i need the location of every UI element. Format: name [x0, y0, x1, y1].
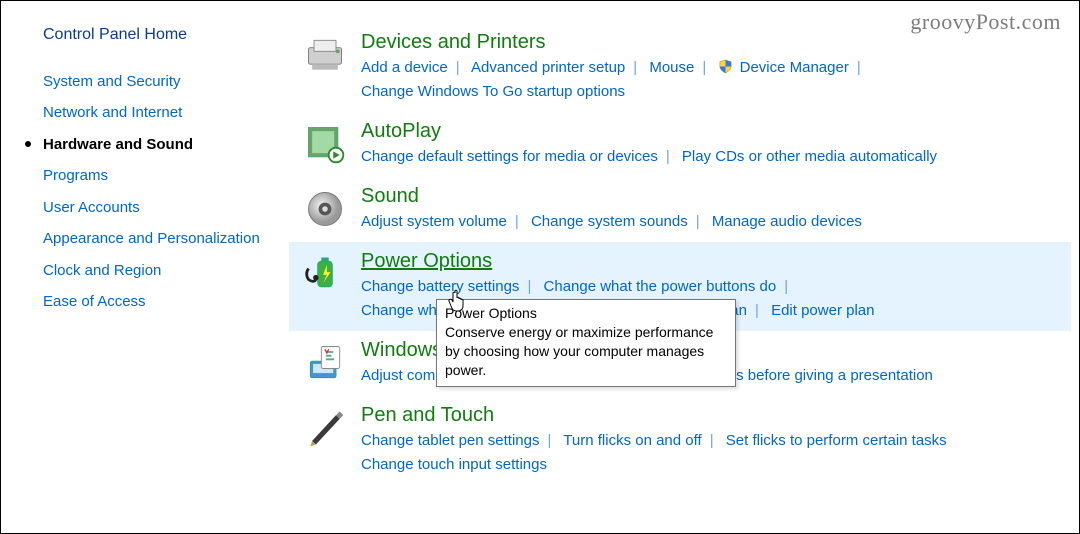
control-panel-home-link[interactable]: Control Panel Home	[19, 19, 269, 52]
link-autoplay-defaults[interactable]: Change default settings for media or dev…	[361, 148, 658, 165]
link-windows-to-go[interactable]: Change Windows To Go startup options	[361, 83, 625, 100]
link-advanced-printer-setup[interactable]: Advanced printer setup	[471, 59, 625, 76]
link-manage-audio[interactable]: Manage audio devices	[712, 213, 862, 230]
link-power-buttons[interactable]: Change what the power buttons do	[544, 278, 777, 295]
sound-title[interactable]: Sound	[361, 185, 419, 208]
link-play-cds[interactable]: Play CDs or other media automatically	[682, 148, 937, 165]
link-turn-flicks[interactable]: Turn flicks on and off	[563, 432, 701, 449]
link-change-sounds[interactable]: Change system sounds	[531, 213, 688, 230]
pen-touch-title[interactable]: Pen and Touch	[361, 404, 494, 427]
link-tablet-pen[interactable]: Change tablet pen settings	[361, 432, 539, 449]
category-autoplay: AutoPlay Change default settings for med…	[289, 112, 1071, 177]
tooltip-power-options: Power Options Conserve energy or maximiz…	[436, 299, 736, 387]
link-add-device[interactable]: Add a device	[361, 59, 448, 76]
link-device-manager[interactable]: Device Manager	[740, 59, 849, 76]
link-mouse[interactable]: Mouse	[649, 59, 694, 76]
power-options-icon	[303, 252, 347, 296]
mobility-center-icon	[303, 341, 347, 385]
sidebar-item-clock-region[interactable]: Clock and Region	[19, 255, 269, 287]
uac-shield-icon	[718, 58, 733, 73]
sidebar-item-user-accounts[interactable]: User Accounts	[19, 192, 269, 224]
link-touch-input[interactable]: Change touch input settings	[361, 456, 547, 473]
main-content: Devices and Printers Add a device| Advan…	[289, 19, 1071, 515]
cursor-hand-icon	[448, 289, 468, 317]
autoplay-title[interactable]: AutoPlay	[361, 120, 441, 143]
tooltip-body: Conserve energy or maximize performance …	[445, 323, 727, 380]
sidebar-item-network-internet[interactable]: Network and Internet	[19, 97, 269, 129]
category-sound: Sound Adjust system volume| Change syste…	[289, 177, 1071, 242]
link-battery-settings[interactable]: Change battery settings	[361, 278, 519, 295]
autoplay-icon	[303, 122, 347, 166]
sidebar: Control Panel Home System and Security N…	[19, 19, 289, 515]
category-pen-touch: Pen and Touch Change tablet pen settings…	[289, 396, 1071, 485]
devices-printers-title[interactable]: Devices and Printers	[361, 31, 546, 54]
link-edit-plan[interactable]: Edit power plan	[771, 302, 874, 319]
devices-printers-icon	[303, 33, 347, 77]
sidebar-item-appearance-personalization[interactable]: Appearance and Personalization	[19, 223, 269, 255]
link-set-flicks[interactable]: Set flicks to perform certain tasks	[726, 432, 947, 449]
sidebar-item-programs[interactable]: Programs	[19, 160, 269, 192]
power-options-title[interactable]: Power Options	[361, 250, 492, 273]
sidebar-item-system-security[interactable]: System and Security	[19, 66, 269, 98]
link-adjust-volume[interactable]: Adjust system volume	[361, 213, 507, 230]
tooltip-title: Power Options	[445, 304, 727, 323]
sidebar-item-ease-of-access[interactable]: Ease of Access	[19, 286, 269, 318]
pen-touch-icon	[303, 406, 347, 450]
sound-icon	[303, 187, 347, 231]
sidebar-item-hardware-sound[interactable]: Hardware and Sound	[19, 129, 269, 161]
category-devices-printers: Devices and Printers Add a device| Advan…	[289, 23, 1071, 112]
